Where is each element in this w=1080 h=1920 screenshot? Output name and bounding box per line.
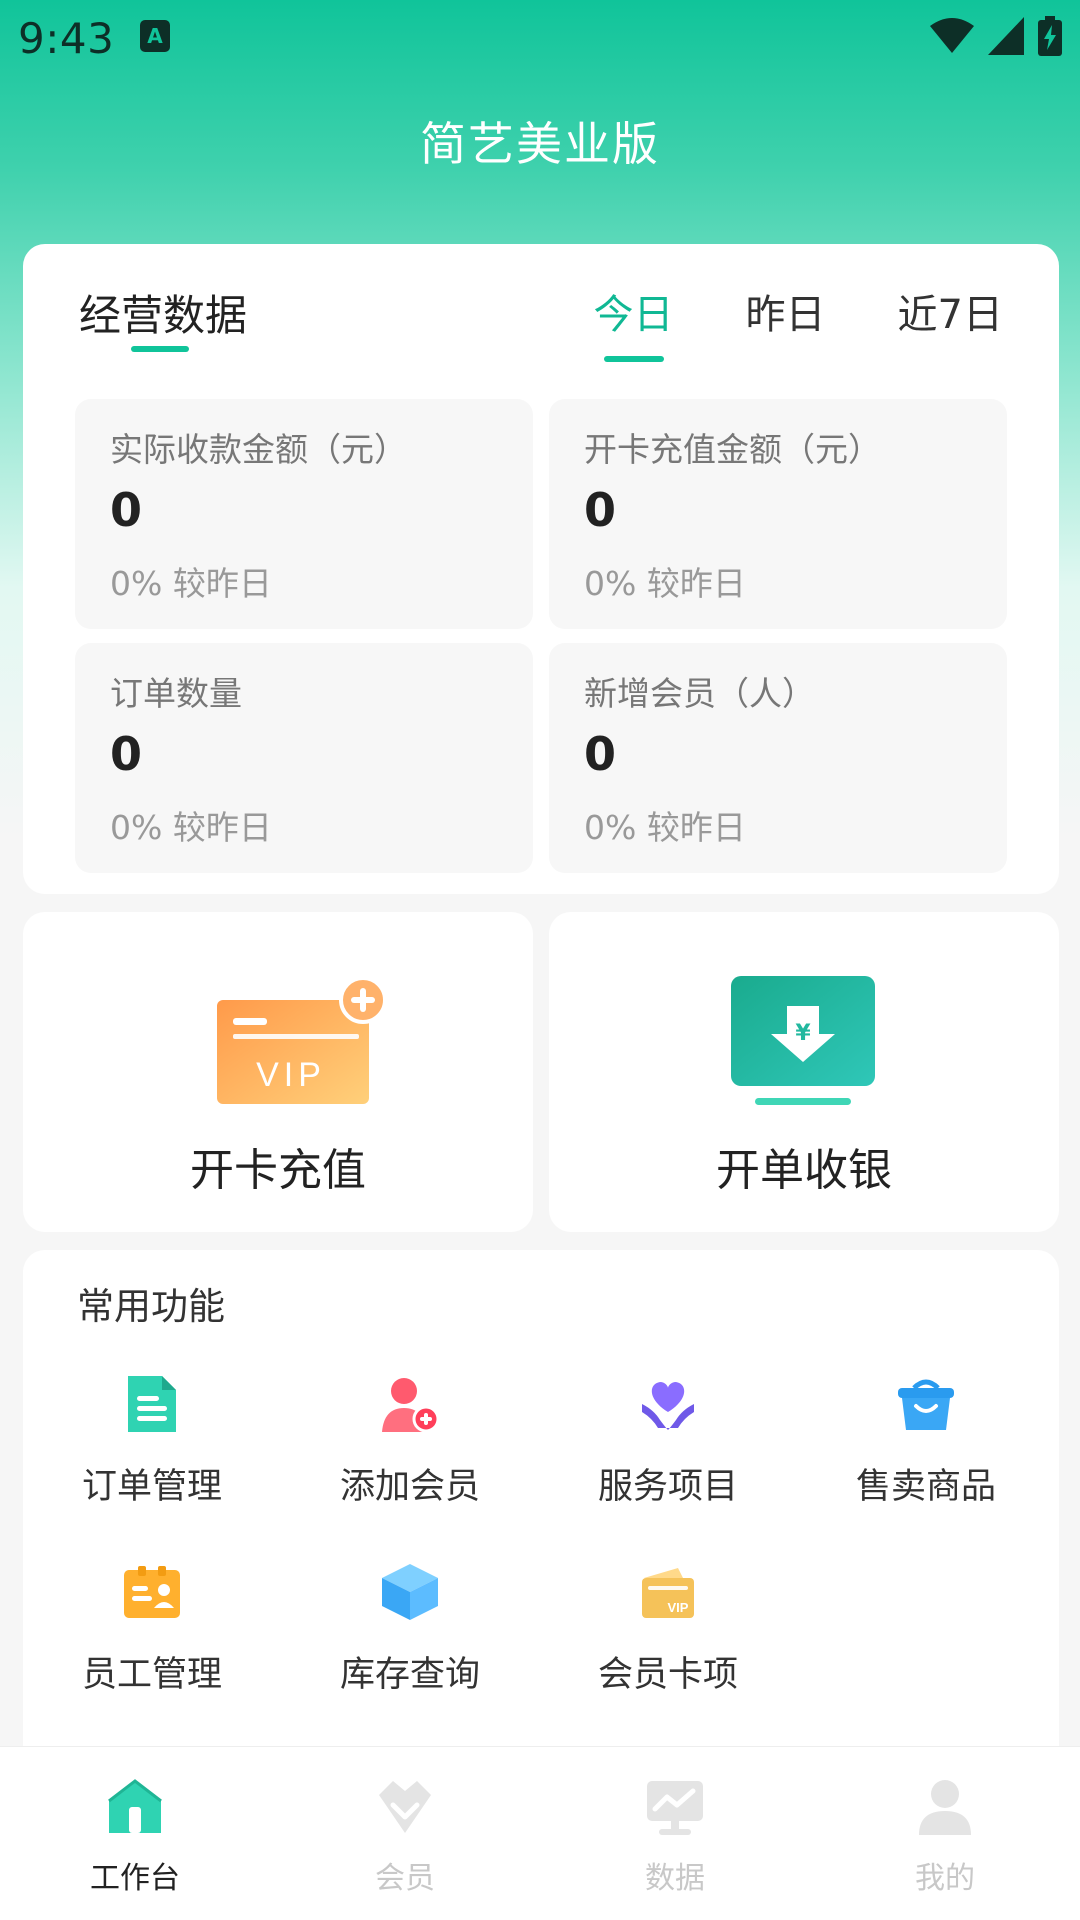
stat-label: 实际收款金额（元） — [110, 430, 407, 469]
staff-badge-icon — [124, 1566, 180, 1618]
sell-goods-button[interactable]: 售卖商品 — [797, 1374, 1055, 1524]
checkout-button[interactable]: ¥ 开单收银 — [549, 912, 1059, 1232]
stat-compare: 0% 较昨日 — [584, 564, 746, 603]
app-title: 简艺美业版 — [420, 117, 660, 171]
tab-last-7-days[interactable]: 近7日 — [898, 282, 1003, 340]
stat-label: 订单数量 — [110, 674, 242, 713]
nav-label: 我的 — [915, 1861, 975, 1896]
tab-today[interactable]: 今日 — [593, 282, 674, 362]
profile-icon — [919, 1780, 971, 1835]
function-label: 会员卡项 — [597, 1655, 738, 1695]
checkout-label: 开单收银 — [716, 1145, 892, 1196]
nav-data[interactable]: 数据 — [540, 1747, 810, 1920]
common-functions-card: 常用功能 订单管理 添加会员 服务项目 售卖商品 员工管理 库存查询 VIP 会… — [23, 1250, 1059, 1810]
status-icons — [930, 16, 1062, 56]
order-management-button[interactable]: 订单管理 — [23, 1374, 281, 1524]
stat-value: 0 — [110, 483, 143, 537]
inventory-query-button[interactable]: 库存查询 — [281, 1562, 539, 1712]
member-crown-icon — [379, 1781, 431, 1833]
order-document-icon — [128, 1376, 176, 1432]
function-label: 库存查询 — [339, 1655, 480, 1695]
home-icon — [108, 1779, 162, 1833]
common-functions-title: 常用功能 — [77, 1285, 225, 1328]
status-bar: 9:43 A — [0, 0, 1080, 74]
service-heart-hand-icon — [642, 1382, 694, 1430]
stat-value: 0 — [110, 727, 143, 781]
business-data-card: 经营数据 今日 昨日 近7日 实际收款金额（元） 0 0% 较昨日 开卡充值金额… — [23, 244, 1059, 894]
workbench-screen: 9:43 A 简艺美业版 经营数据 今日 昨日 近7日 实际收款金额（元） 0 … — [0, 0, 1080, 1920]
function-label: 员工管理 — [81, 1655, 222, 1695]
stat-label: 开卡充值金额（元） — [584, 430, 881, 469]
stat-value: 0 — [584, 483, 617, 537]
service-items-button[interactable]: 服务项目 — [539, 1374, 797, 1524]
inventory-box-icon — [382, 1564, 438, 1620]
date-range-tabs: 今日 昨日 近7日 — [522, 282, 1003, 362]
tab-yesterday-label: 昨日 — [745, 292, 826, 338]
member-card-items-button[interactable]: VIP 会员卡项 — [539, 1562, 797, 1712]
stat-label: 新增会员（人） — [584, 674, 815, 713]
nav-label: 工作台 — [90, 1861, 180, 1896]
cellular-signal-icon — [988, 17, 1024, 55]
nav-mine[interactable]: 我的 — [810, 1747, 1080, 1920]
title-underline — [131, 346, 189, 352]
add-member-icon — [382, 1378, 440, 1433]
stat-tile-new-members[interactable]: 新增会员（人） 0 0% 较昨日 — [549, 643, 1007, 873]
shopping-bag-icon — [898, 1379, 954, 1430]
vip-card-add-icon: VIP — [217, 976, 387, 1104]
notification-icon: A — [140, 20, 170, 52]
nav-label: 会员 — [375, 1861, 435, 1896]
function-label: 售卖商品 — [855, 1467, 996, 1507]
vip-card-text: VIP — [668, 1600, 689, 1615]
stat-compare: 0% 较昨日 — [110, 564, 272, 603]
nav-member[interactable]: 会员 — [270, 1747, 540, 1920]
tab-today-label: 今日 — [593, 292, 674, 338]
stat-compare: 0% 较昨日 — [110, 808, 272, 847]
stat-tile-actual-receipts[interactable]: 实际收款金额（元） 0 0% 较昨日 — [75, 399, 533, 629]
bottom-navigation: 工作台 会员 数据 我的 — [0, 1746, 1080, 1920]
open-card-recharge-label: 开卡充值 — [190, 1145, 366, 1196]
data-monitor-icon — [647, 1781, 703, 1835]
business-data-title: 经营数据 — [79, 291, 248, 340]
stat-tile-order-count[interactable]: 订单数量 0 0% 较昨日 — [75, 643, 533, 873]
active-tab-indicator — [603, 356, 664, 362]
vip-card-badge-text: VIP — [256, 1056, 326, 1094]
yuan-symbol: ¥ — [795, 1021, 811, 1046]
stat-value: 0 — [584, 727, 617, 781]
battery-charging-icon — [1038, 16, 1062, 56]
function-label: 订单管理 — [81, 1467, 222, 1507]
tab-last-7-days-label: 近7日 — [897, 292, 1003, 338]
wifi-icon — [930, 18, 974, 53]
stat-tile-card-recharge[interactable]: 开卡充值金额（元） 0 0% 较昨日 — [549, 399, 1007, 629]
stat-compare: 0% 较昨日 — [584, 808, 746, 847]
function-label: 添加会员 — [339, 1467, 480, 1507]
status-time: 9:43 — [18, 14, 115, 63]
open-card-recharge-button[interactable]: VIP 开卡充值 — [23, 912, 533, 1232]
nav-workbench[interactable]: 工作台 — [0, 1747, 270, 1920]
nav-label: 数据 — [645, 1861, 705, 1896]
function-label: 服务项目 — [597, 1467, 738, 1507]
add-member-button[interactable]: 添加会员 — [281, 1374, 539, 1524]
cashier-icon: ¥ — [731, 976, 875, 1105]
tab-yesterday[interactable]: 昨日 — [746, 282, 826, 340]
vip-card-icon: VIP — [642, 1568, 694, 1618]
staff-management-button[interactable]: 员工管理 — [23, 1562, 281, 1712]
